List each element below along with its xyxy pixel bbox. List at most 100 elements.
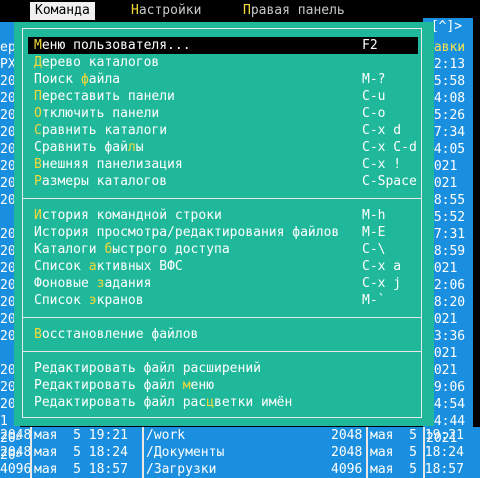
menu-item[interactable]: Отключить панели C-o <box>34 105 422 122</box>
column-separator <box>142 444 144 461</box>
right-panel-fragment: 2021 <box>426 431 458 446</box>
menu-item-shortcut: M-` <box>362 293 386 308</box>
menubar-label: равая панель <box>250 3 345 18</box>
menu-item[interactable]: Переставить панели C-u <box>34 88 422 105</box>
column-separator <box>423 461 425 478</box>
menu-item[interactable]: Внешняя панелизация C-x ! <box>34 156 422 173</box>
menu-item-hotkey: И <box>34 208 42 223</box>
menu-item-hotkey: В <box>34 327 42 342</box>
menu-item-label: Восстановление файлов <box>34 327 199 342</box>
menu-item-hotkey: О <box>34 106 42 121</box>
menu-item[interactable]: История командной строки M-h <box>34 207 422 224</box>
menu-separator <box>22 317 422 318</box>
file-row[interactable]: 2048 мая 5 18:24/Документы 2048 мая 5 18:24 <box>0 444 480 461</box>
left-panel-fragment: 204 <box>0 448 20 463</box>
menu-item-label: Внешняя панелизация <box>34 157 183 172</box>
menu-item[interactable]: Размеры каталогов C-Space <box>34 173 422 190</box>
menu-item[interactable]: Поиск файла M-? <box>34 71 422 88</box>
menu-item-hotkey: э <box>88 293 97 308</box>
menubar-hotkey: Н <box>131 3 139 18</box>
menu-item-shortcut: C-x d <box>362 123 402 138</box>
menu-item-hotkey: С <box>34 123 42 138</box>
file-date-left: мая 5 18:57 <box>34 462 128 477</box>
menu-item-label: Переставить панели <box>34 89 175 104</box>
menu-item-label: Редактировать файл расширений <box>34 361 261 376</box>
file-name: /Загрузки <box>146 462 217 477</box>
menu-item-hotkey: ф <box>80 72 89 87</box>
file-name: /Документы <box>146 445 225 460</box>
menu-item[interactable]: Редактировать файл расширений <box>34 360 422 377</box>
column-separator <box>366 461 368 478</box>
menu-item-label: Редактировать файл меню <box>34 378 215 393</box>
menu-item[interactable]: Редактировать файл меню <box>34 377 422 394</box>
menu-item-shortcut: M-h <box>362 208 386 223</box>
menu-item[interactable]: Каталоги быстрого доступа C-\ <box>34 241 422 258</box>
menu-item-hotkey: л <box>127 140 136 155</box>
menu-item[interactable]: Сравнить файлы C-x C-d <box>34 139 422 156</box>
menu-item-hotkey: м <box>182 378 191 393</box>
menu-item-label: Сравнить файлы <box>34 140 144 155</box>
menu-item-shortcut: C-x ! <box>362 157 402 172</box>
menu-item-label: Сравнить каталоги <box>34 123 168 138</box>
menu-item[interactable]: Список активных ВФС C-x a <box>34 258 422 275</box>
file-row[interactable]: 4096 мая 5 18:57/Загрузки 4096 мая 5 18:57 <box>0 461 480 478</box>
file-row[interactable]: 2048 мая 5 19:21/work 2048 мая 5 19:21 <box>0 427 480 444</box>
menu-item[interactable]: Сравнить каталоги C-x d <box>34 122 422 139</box>
menu-item-label: Отключить панели <box>34 106 160 121</box>
column-separator <box>366 427 368 444</box>
file-size: 4096 <box>331 462 363 477</box>
menu-separator <box>22 198 422 199</box>
menu-item-label: История командной строки <box>34 208 222 223</box>
column-separator <box>142 461 144 478</box>
menu-item-label: Фоновые задания <box>34 276 152 291</box>
column-separator <box>142 427 144 444</box>
menu-item-hotkey: а <box>88 259 97 274</box>
menubar-hotkey: К <box>35 3 43 18</box>
menubar-item-1[interactable]: Настройки <box>126 2 206 20</box>
menu-item[interactable]: Меню пользователя... F2 <box>28 37 418 54</box>
menu-item-shortcut: M-? <box>362 72 386 87</box>
column-separator <box>30 427 32 444</box>
menubar-hotkey: П <box>243 3 251 18</box>
menu-item-hotkey: Р <box>34 174 42 189</box>
menu-item-shortcut: F2 <box>362 38 378 53</box>
menu-item[interactable]: Восстановление файлов <box>34 326 422 343</box>
column-separator <box>366 444 368 461</box>
command-menu-dropdown: Меню пользователя... F2 Дерево каталогов По… <box>14 22 434 426</box>
menu-separator <box>22 351 422 352</box>
menu-item[interactable]: Список экранов M-` <box>34 292 422 309</box>
menubar-item-2[interactable]: Правая панель <box>238 2 350 20</box>
menubar-item-0[interactable]: Команда <box>30 2 95 20</box>
file-size: 2048 <box>331 445 363 460</box>
menu-item[interactable]: Редактировать файл расцветки имён <box>34 394 422 411</box>
menu-item-label: Меню пользователя... <box>34 38 191 53</box>
menu-item-label: Редактировать файл расцветки имён <box>34 395 293 410</box>
menu-item[interactable]: Фоновые задания C-x j <box>34 275 422 292</box>
menu-item-hotkey: ц <box>206 395 215 410</box>
menu-item-shortcut: C-Space <box>362 174 417 189</box>
menu-item-label: Размеры каталогов <box>34 174 168 189</box>
file-size: 2048 <box>331 428 363 443</box>
menu-item-label: Каталоги быстрого доступа <box>34 242 230 257</box>
column-separator <box>423 427 425 444</box>
column-separator <box>30 444 32 461</box>
menu-item-shortcut: M-E <box>362 225 386 240</box>
menu-item-label: Список экранов <box>34 293 144 308</box>
menu-item-hotkey: В <box>34 157 42 172</box>
menu-item-label: Список активных ВФС <box>34 259 183 274</box>
right-edge <box>473 22 480 478</box>
menu-item-label: История просмотра/редактирования файлов <box>34 225 340 240</box>
menu-item-label: Поиск файла <box>34 72 121 87</box>
menu-item-shortcut: C-x a <box>362 259 402 274</box>
file-name: /work <box>146 428 186 443</box>
menu-item-shortcut: C-o <box>362 106 386 121</box>
menu-bar: Команда Настройки Правая панель <box>0 0 480 22</box>
menubar-label: астройки <box>138 3 202 18</box>
menu-item-label: Дерево каталогов <box>34 55 160 70</box>
column-separator <box>30 461 32 478</box>
menu-item[interactable]: История просмотра/редактирования файлов M… <box>34 224 422 241</box>
menubar-label: оманда <box>42 3 90 18</box>
menu-item[interactable]: Дерево каталогов <box>34 54 422 71</box>
file-date-left: мая 5 18:24 <box>34 445 128 460</box>
menu-item-hotkey: Д <box>34 55 42 70</box>
